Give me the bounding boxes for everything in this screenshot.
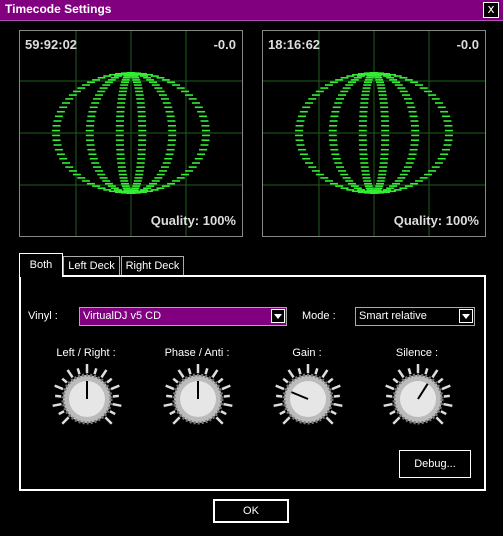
knob-tick: [437, 377, 444, 384]
knob-tick: [314, 368, 319, 375]
knob-tick: [104, 416, 113, 425]
knob-tick: [166, 394, 173, 398]
knob-tick: [273, 402, 283, 408]
knob-tick: [330, 410, 337, 416]
knob-tick: [76, 368, 81, 375]
knob-tick: [112, 394, 119, 398]
knob-tick: [172, 416, 181, 425]
knob-tick: [52, 402, 62, 408]
knob-tick: [100, 369, 108, 379]
left-gain-readout: -0.0: [213, 37, 236, 52]
knob-tick: [435, 416, 444, 425]
knob-tick: [385, 384, 395, 391]
mode-value: Smart relative: [359, 310, 427, 322]
silence-label: Silence :: [395, 347, 439, 359]
window-title: Timecode Settings: [5, 2, 112, 16]
mode-label: Mode :: [302, 310, 336, 322]
knob-tick: [392, 416, 401, 425]
gain-label: Gain :: [292, 347, 322, 359]
knob-tick: [282, 416, 291, 425]
knob-tick: [321, 369, 329, 379]
knob-tick: [61, 377, 68, 384]
vinyl-label: Vinyl :: [28, 310, 58, 322]
right-scope-display: [263, 31, 485, 236]
left-scope-display: [20, 31, 242, 236]
knob-tick: [389, 410, 396, 416]
knob-tick: [443, 394, 450, 398]
left-right-knob[interactable]: [51, 363, 123, 435]
knob-tick: [441, 384, 451, 391]
knob-tick: [333, 402, 343, 408]
knob-tick: [112, 402, 122, 408]
phase-anti-knob[interactable]: [162, 363, 234, 435]
knob-tick: [383, 402, 393, 408]
settings-panel: Vinyl : VirtualDJ v5 CD Mode : Smart rel…: [19, 275, 486, 491]
ok-button[interactable]: OK: [213, 499, 289, 523]
knob-tick: [177, 369, 185, 379]
debug-button[interactable]: Debug...: [399, 450, 471, 478]
knob-tick: [392, 377, 399, 384]
knob-tick: [220, 410, 227, 416]
knob-tick: [223, 402, 233, 408]
right-timecode: 18:16:62: [268, 37, 321, 52]
knob-tick: [55, 394, 62, 398]
right-scope: 18:16:62 -0.0 Quality: 100%: [262, 30, 486, 237]
knob-tick: [443, 402, 453, 408]
knob-tick: [397, 369, 405, 379]
knob-tick: [287, 369, 295, 379]
tab-left-deck[interactable]: Left Deck: [63, 256, 120, 276]
knob-tick: [211, 369, 219, 379]
knob-tick: [440, 410, 447, 416]
knob-tick: [325, 416, 334, 425]
right-gain-readout: -0.0: [456, 37, 479, 52]
title-bar: Timecode Settings x: [0, 0, 503, 21]
knob-tick: [217, 377, 224, 384]
knob-tick: [331, 384, 341, 391]
tab-both[interactable]: Both: [19, 253, 63, 277]
knob-tick: [110, 384, 120, 391]
knob-tick: [276, 394, 283, 398]
chevron-down-icon[interactable]: [459, 309, 473, 323]
knob-tick: [279, 410, 286, 416]
vinyl-select[interactable]: VirtualDJ v5 CD: [79, 307, 287, 326]
knob-tick: [61, 416, 70, 425]
phase-anti-label: Phase / Anti :: [164, 347, 230, 359]
knob-tick: [297, 368, 302, 375]
mode-select[interactable]: Smart relative: [355, 307, 475, 326]
knob-tick: [54, 384, 64, 391]
knob-tick: [169, 410, 176, 416]
left-quality: Quality: 100%: [150, 213, 236, 228]
left-right-label: Left / Right :: [56, 347, 116, 359]
knob-tick: [407, 368, 412, 375]
right-quality: Quality: 100%: [393, 213, 479, 228]
tab-right-deck[interactable]: Right Deck: [121, 256, 184, 276]
knob-tick: [204, 368, 209, 375]
knob-tick: [163, 402, 173, 408]
knob-tick: [106, 377, 113, 384]
silence-knob[interactable]: [382, 363, 454, 435]
left-timecode: 59:92:02: [25, 37, 78, 52]
knob-tick: [165, 384, 175, 391]
knob-tick: [187, 368, 192, 375]
knob-tick: [223, 394, 230, 398]
knob-tick: [327, 377, 334, 384]
knob-tick: [66, 369, 74, 379]
knob-tick: [58, 410, 65, 416]
vinyl-value: VirtualDJ v5 CD: [83, 310, 162, 322]
knob-tick: [386, 394, 393, 398]
knob-tick: [275, 384, 285, 391]
knob-tick: [172, 377, 179, 384]
knob-tick: [109, 410, 116, 416]
knob-tick: [431, 369, 439, 379]
knob-tick: [221, 384, 231, 391]
knob-tick: [215, 416, 224, 425]
knob-tick: [93, 368, 98, 375]
left-scope: 59:92:02 -0.0 Quality: 100%: [19, 30, 243, 237]
close-icon[interactable]: x: [483, 2, 499, 18]
knob-tick: [424, 368, 429, 375]
chevron-down-icon[interactable]: [271, 309, 285, 323]
knob-tick: [282, 377, 289, 384]
gain-knob[interactable]: [272, 363, 344, 435]
knob-tick: [333, 394, 340, 398]
